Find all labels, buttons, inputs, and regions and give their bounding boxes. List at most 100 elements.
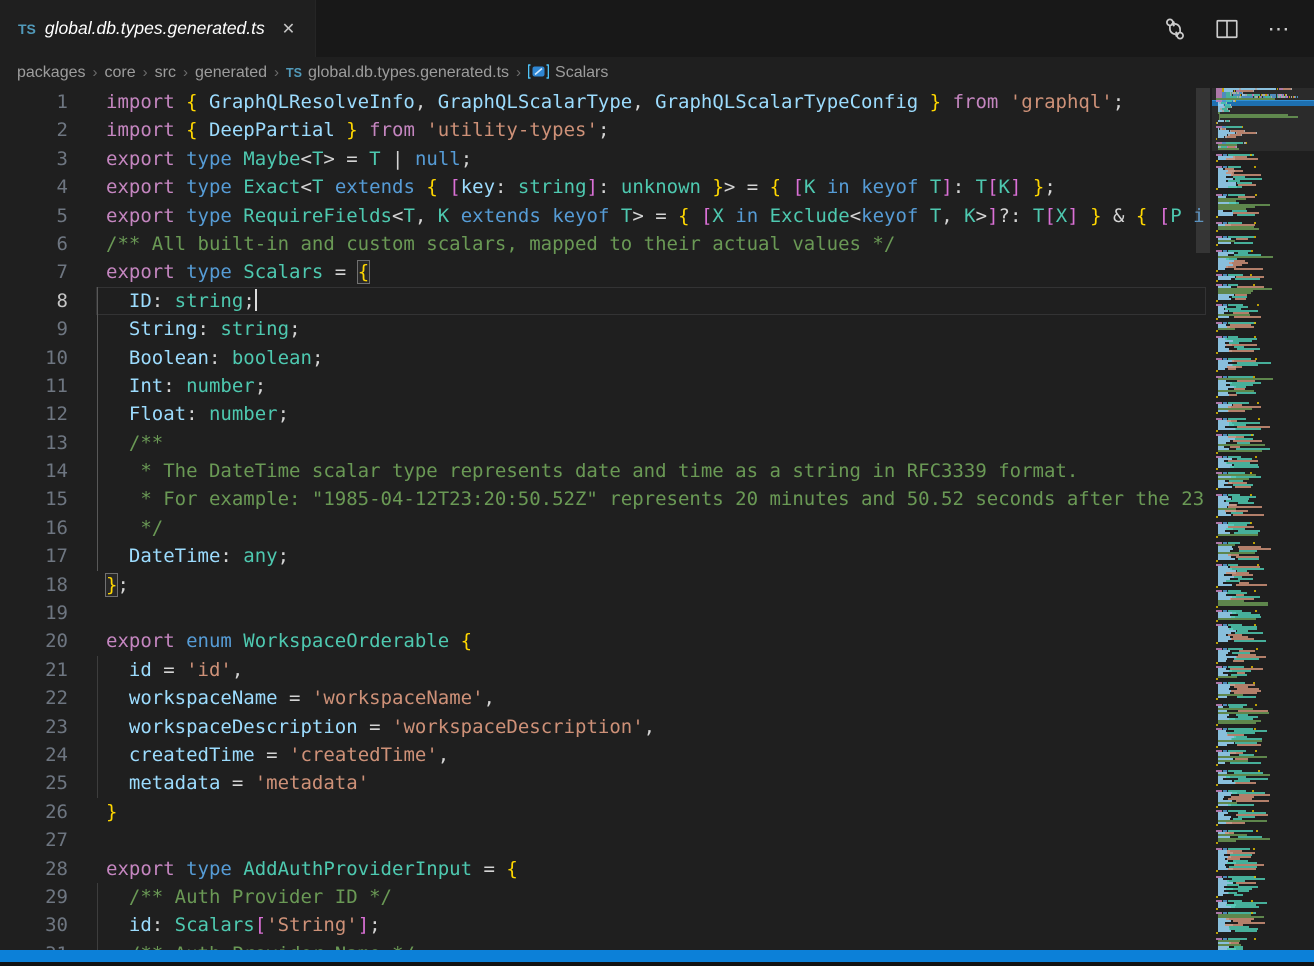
code-line[interactable]: 9 String: string; [0,315,1212,343]
code-token: ; [1044,176,1055,198]
code-token: * The DateTime scalar type represents da… [106,460,1078,482]
code-token: { [426,176,449,198]
code-line[interactable]: 11 Int: number; [0,372,1212,400]
code-token: ; [1113,91,1124,113]
code-token: GraphQLScalarType [438,91,632,113]
code-token [918,205,929,227]
minimap-line [1216,230,1218,232]
code-line[interactable]: 28export type AddAuthProviderInput = { [0,855,1212,883]
code-line[interactable]: 10 Boolean: boolean; [0,344,1212,372]
code-line[interactable]: 2import { DeepPartial } from 'utility-ty… [0,116,1212,144]
code-line[interactable]: 21 id = 'id', [0,656,1212,684]
code-line[interactable]: 17 DateTime: any; [0,542,1212,570]
code-token [106,545,129,567]
code-token: in [724,205,770,227]
compare-changes-icon[interactable] [1162,16,1188,42]
code-line[interactable]: 3export type Maybe<T> = T | null; [0,145,1212,173]
minimap-line [1218,394,1229,396]
minimap-line [1218,722,1256,724]
minimap-line [1216,932,1218,934]
breadcrumb-item-generated[interactable]: generated [195,64,267,82]
split-editor-icon[interactable] [1214,16,1240,42]
code-line[interactable]: 15 * For example: "1985-04-12T23:20:50.5… [0,485,1212,513]
code-token [106,318,129,340]
editor[interactable]: 1import { GraphQLResolveInfo, GraphQLSca… [0,88,1314,966]
minimap-line [1230,466,1259,468]
code-token: : [209,347,232,369]
code-token [106,375,129,397]
editor-actions: ⋯ [1162,0,1314,57]
minimap-line [1218,840,1236,842]
code-token: null [415,148,461,170]
code-line[interactable]: 30 id: Scalars['String']; [0,911,1212,939]
minimap-line [1216,620,1218,622]
line-number: 8 [0,287,68,315]
code-token: workspaceDescription [129,716,358,738]
code-token: { [678,205,701,227]
close-icon[interactable]: ✕ [279,17,298,41]
minimap-line [1229,350,1254,352]
code-line[interactable]: 25 metadata = 'metadata' [0,769,1212,797]
line-number: 2 [0,116,68,144]
minimap[interactable] [1212,88,1314,966]
code-line[interactable]: 14 * The DateTime scalar type represents… [0,457,1212,485]
tab-global-db-types-generated[interactable]: TS global.db.types.generated.ts ✕ [0,0,316,57]
code-line[interactable]: 4export type Exact<T extends { [key: str… [0,173,1212,201]
minimap-line [1216,452,1218,454]
code-line[interactable]: 6/** All built-in and custom scalars, ma… [0,230,1212,258]
more-actions-icon[interactable]: ⋯ [1266,16,1292,42]
minimap-line [1216,330,1218,332]
code-token: { [358,261,369,283]
code-token: GraphQLResolveInfo [209,91,415,113]
line-number: 6 [0,230,68,258]
code-line-content: export type Exact<T extends { [key: stri… [106,173,1056,201]
code-token: DateTime [129,545,221,567]
code-area[interactable]: 1import { GraphQLResolveInfo, GraphQLSca… [0,88,1212,966]
code-line[interactable]: 18}; [0,571,1212,599]
code-line[interactable]: 29 /** Auth Provider ID */ [0,883,1212,911]
breadcrumb-item-core[interactable]: core [105,64,136,82]
minimap-line [1228,186,1241,188]
vertical-scrollbar[interactable] [1196,88,1210,253]
code-line[interactable]: 1import { GraphQLResolveInfo, GraphQLSca… [0,88,1212,116]
minimap-line [1229,120,1230,122]
minimap-line [1253,90,1254,92]
minimap-line [1223,876,1227,878]
code-token: K [964,205,975,227]
code-line[interactable]: 8 ID: string; [0,287,1212,315]
code-line[interactable]: 19 [0,599,1212,627]
code-line[interactable]: 23 workspaceDescription = 'workspaceDesc… [0,713,1212,741]
breadcrumb-item-src[interactable]: src [155,64,176,82]
minimap-line [1254,236,1256,238]
code-line[interactable]: 27 [0,826,1212,854]
code-token: : [953,176,976,198]
code-token: , [644,716,655,738]
minimap-line [1218,558,1235,560]
code-line[interactable]: 13 /** [0,429,1212,457]
code-line[interactable]: 7export type Scalars = { [0,258,1212,286]
code-line[interactable]: 12 Float: number; [0,400,1212,428]
minimap-line [1228,804,1254,806]
code-line[interactable]: 20export enum WorkspaceOrderable { [0,627,1212,655]
minimap-line [1235,298,1246,300]
code-token: boolean [232,347,312,369]
code-line[interactable]: 22 workspaceName = 'workspaceName', [0,684,1212,712]
code-token: & [1102,205,1136,227]
status-bar-edge[interactable] [0,950,1314,962]
breadcrumb-item-packages[interactable]: packages [17,64,86,82]
line-number: 20 [0,627,68,655]
code-line-content: export type AddAuthProviderInput = { [106,855,518,883]
code-line[interactable]: 24 createdTime = 'createdTime', [0,741,1212,769]
code-token: createdTime [129,744,255,766]
code-token: T [369,148,380,170]
breadcrumb-item-scalars[interactable]: Scalars [528,63,608,82]
code-token: | [381,148,415,170]
breadcrumb-item-global-db-types-generated-ts[interactable]: TSglobal.db.types.generated.ts [286,64,509,82]
code-token: export [106,176,186,198]
code-line[interactable]: 16 */ [0,514,1212,542]
code-token: export [106,148,186,170]
code-line[interactable]: 5export type RequireFields<T, K extends … [0,202,1212,230]
code-token: 'String' [266,914,358,936]
minimap-line [1216,270,1218,272]
code-line[interactable]: 26} [0,798,1212,826]
